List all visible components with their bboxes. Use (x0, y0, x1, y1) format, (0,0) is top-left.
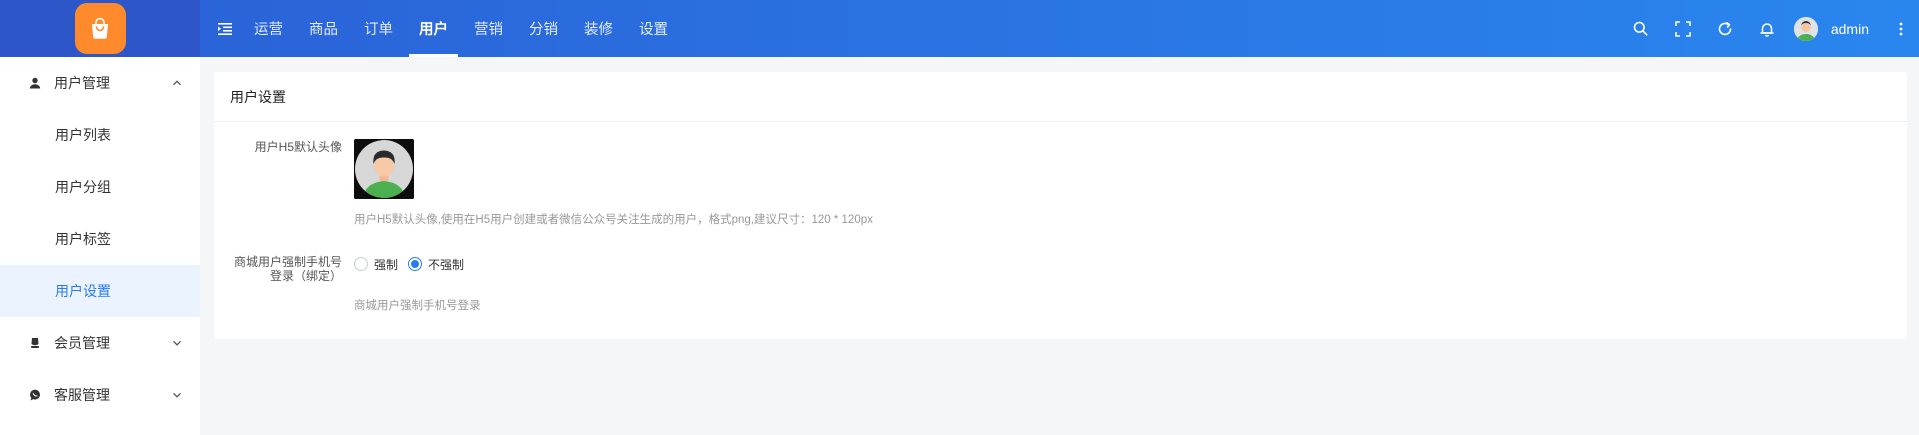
avatar (1793, 16, 1818, 41)
force-phone-field-label: 商城用户强制手机号 登录（绑定） (214, 255, 342, 283)
sidebar-group-label: 客服管理 (54, 387, 110, 403)
top-nav-item-settings[interactable]: 设置 (626, 0, 681, 57)
sidebar-group-label: 会员管理 (54, 335, 110, 351)
radio-circle (408, 257, 423, 271)
sidebar-item-user-settings[interactable]: 用户设置 (0, 265, 200, 317)
avatar-form-row: 用户H5默认头像 (214, 139, 414, 199)
search-icon (1634, 21, 1648, 36)
radio-not-force[interactable]: 不强制 (408, 256, 464, 273)
settings-card: 用户设置 用户H5默认头像 用户H5默认头像,使用在H5用户创建或者微信公众号关… (214, 72, 1907, 339)
radio-label: 不强制 (428, 257, 465, 272)
shopping-bag-icon (92, 17, 108, 39)
sidebar-group-member-management[interactable]: 会员管理 (0, 317, 200, 369)
avatar-field-label: 用户H5默认头像 (254, 140, 342, 154)
search-button[interactable] (1620, 0, 1662, 57)
sidebar-group-label: 用户管理 (54, 75, 110, 91)
top-header: 运营 商品 订单 用户 营销 分销 装修 设置 admin (0, 0, 1919, 57)
default-avatar-image (354, 139, 414, 199)
bell-icon (1760, 22, 1774, 37)
user-menu[interactable]: admin (1793, 16, 1889, 41)
sidebar-item-user-list[interactable]: 用户列表 (0, 109, 200, 161)
top-nav-item-marketing[interactable]: 营销 (461, 0, 516, 57)
top-nav-item-users[interactable]: 用户 (406, 0, 461, 57)
top-nav-item-distribution[interactable]: 分销 (516, 0, 571, 57)
force-phone-radio-group: 强制 不强制 (354, 255, 474, 273)
force-phone-label-line2: 登录（绑定） (269, 269, 342, 283)
more-options-button[interactable] (1889, 0, 1913, 57)
radio-label: 强制 (374, 257, 399, 272)
chevron-down-icon (173, 340, 181, 346)
force-phone-label-line1: 商城用户强制手机号 (233, 255, 342, 269)
logo[interactable] (74, 3, 126, 54)
page-title: 用户设置 (214, 72, 1907, 122)
top-nav-item-orders[interactable]: 订单 (351, 0, 406, 57)
default-avatar-upload[interactable] (354, 139, 414, 199)
refresh-button[interactable] (1704, 0, 1746, 57)
force-phone-hint: 商城用户强制手机号登录 (354, 300, 481, 312)
more-vertical-icon (1899, 22, 1903, 35)
force-phone-form-row: 商城用户强制手机号 登录（绑定） 强制 不强制 (214, 255, 474, 283)
notifications-button[interactable] (1746, 0, 1788, 57)
logo-area (0, 0, 200, 57)
sidebar-group-customer-service[interactable]: 客服管理 (0, 369, 200, 421)
top-nav-item-decoration[interactable]: 装修 (571, 0, 626, 57)
chat-icon (28, 388, 42, 402)
sidebar-group-user-management[interactable]: 用户管理 (0, 57, 200, 109)
chevron-up-icon (173, 80, 181, 86)
member-icon (28, 336, 42, 350)
radio-force[interactable]: 强制 (354, 256, 398, 273)
sidebar-item-user-groups[interactable]: 用户分组 (0, 161, 200, 213)
top-nav: 运营 商品 订单 用户 营销 分销 装修 设置 (241, 0, 681, 57)
refresh-icon (1718, 21, 1732, 35)
user-icon (28, 76, 42, 90)
menu-collapse-button[interactable] (213, 0, 237, 57)
sidebar-item-user-tags[interactable]: 用户标签 (0, 213, 200, 265)
menu-fold-icon (218, 22, 232, 35)
top-nav-item-operations[interactable]: 运营 (241, 0, 296, 57)
top-nav-item-products[interactable]: 商品 (296, 0, 351, 57)
user-avatar-icon (1793, 16, 1818, 41)
chevron-down-icon (173, 392, 181, 398)
username: admin (1830, 20, 1869, 37)
sidebar: 用户管理 用户列表 用户分组 用户标签 用户设置 会员管理 客服管理 (0, 57, 200, 435)
avatar-hint: 用户H5默认头像,使用在H5用户创建或者微信公众号关注生成的用户，格式png,建… (354, 214, 873, 226)
fullscreen-icon (1675, 20, 1691, 37)
radio-circle (354, 257, 368, 271)
fullscreen-button[interactable] (1662, 0, 1704, 57)
header-toolbar: admin (1620, 0, 1919, 57)
